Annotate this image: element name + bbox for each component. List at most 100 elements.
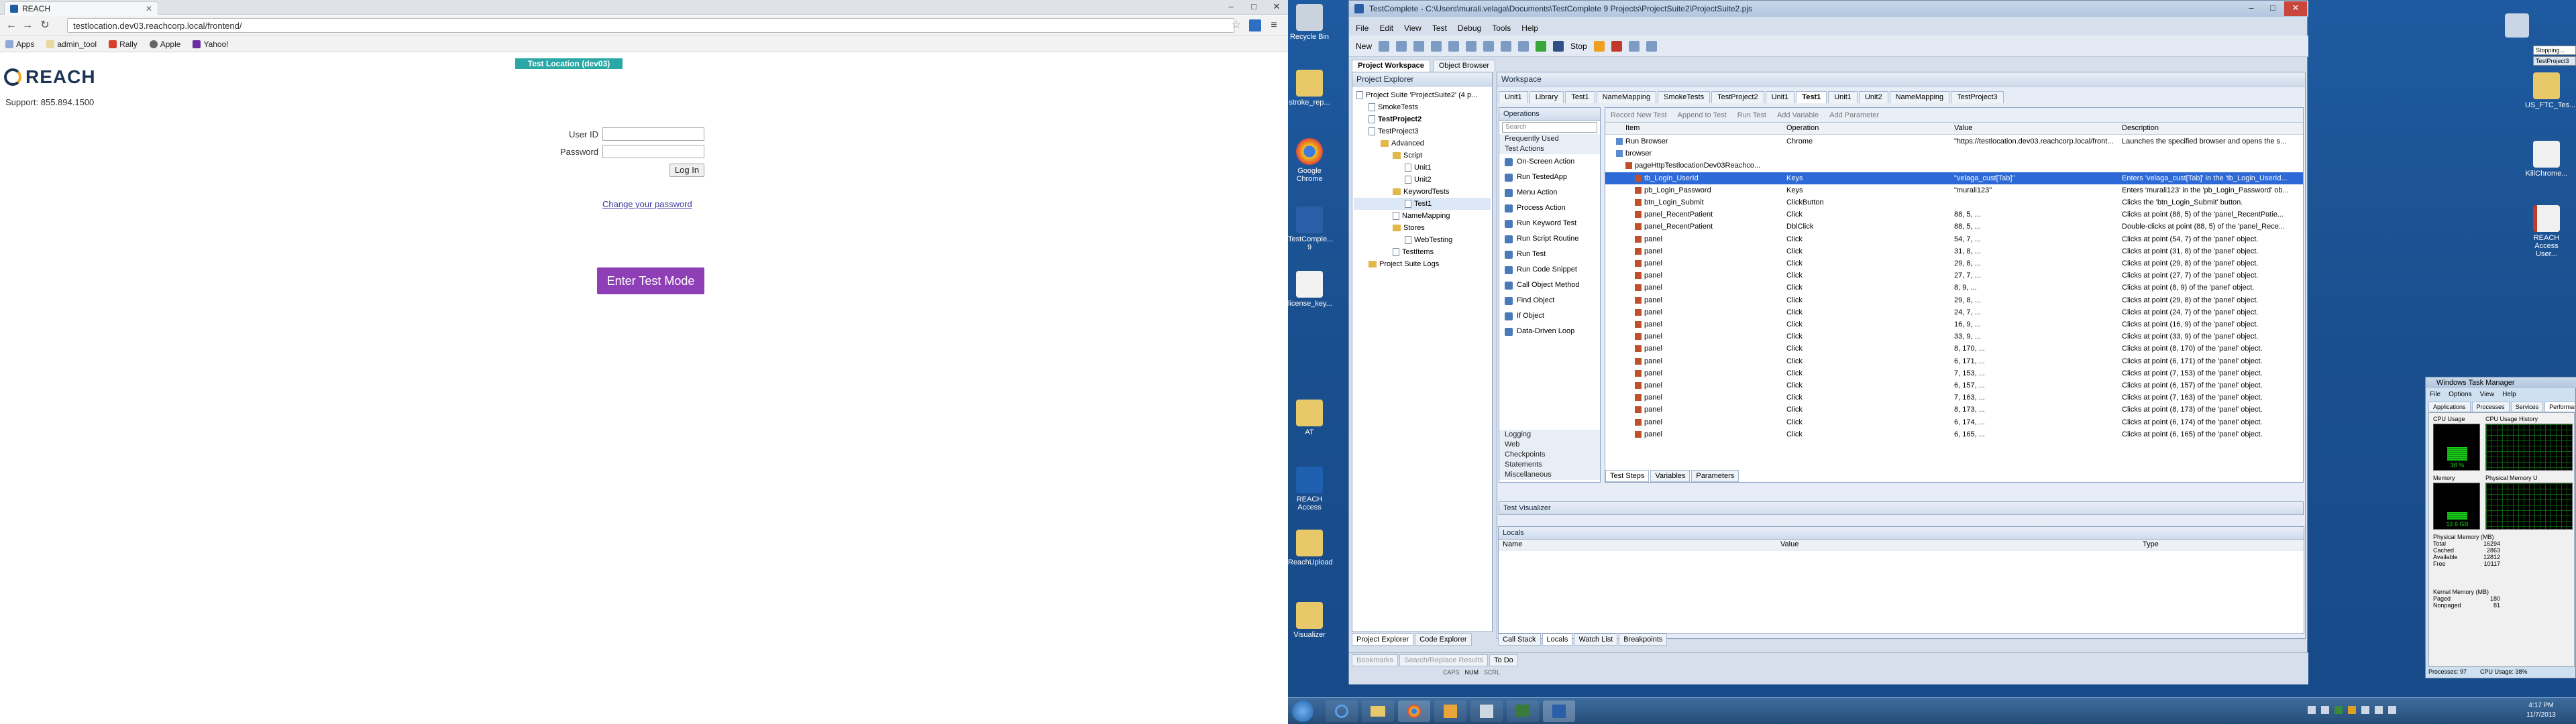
tm-menu-options[interactable]: Options — [2449, 391, 2471, 398]
bookmark-apps[interactable]: Apps — [5, 40, 34, 49]
tree-item[interactable]: KeywordTests — [1354, 186, 1491, 198]
close-window-icon[interactable]: ✕ — [1265, 0, 1288, 15]
table-row[interactable]: panel Click 31, 8, ... Clicks at point (31,… — [1605, 245, 2303, 257]
change-password-link[interactable]: Change your password — [602, 199, 692, 209]
pause-icon[interactable] — [1593, 40, 1605, 52]
redo-icon[interactable] — [1501, 40, 1512, 52]
tray-icon[interactable] — [2348, 706, 2356, 714]
table-row[interactable]: panel Click 8, 9, ... Clicks at point (8, 9… — [1605, 282, 2303, 294]
editor-tab[interactable]: Test1 — [1796, 91, 1827, 103]
operation-category[interactable]: Statements — [1499, 460, 1600, 470]
tree-item[interactable]: Script — [1354, 149, 1491, 162]
table-row[interactable]: panel Click 27, 7, ... Clicks at point (27,… — [1605, 269, 2303, 282]
browser-tab[interactable]: REACH ✕ — [4, 1, 158, 15]
tab-locals[interactable]: Locals — [1542, 634, 1573, 646]
table-row[interactable]: panel_RecentPatient DblClick 88, 5, ... Dou… — [1605, 221, 2303, 233]
network-icon[interactable] — [2375, 706, 2383, 714]
operation-item[interactable]: If Object — [1499, 308, 1600, 324]
editor-tab[interactable]: TestProject3 — [1951, 91, 2004, 103]
back-icon[interactable]: ← — [5, 19, 17, 32]
table-row[interactable]: panel Click 29, 8, ... Clicks at point (29,… — [1605, 257, 2303, 269]
col-item[interactable]: Item — [1625, 124, 1640, 132]
cut-icon[interactable] — [1431, 40, 1442, 52]
tree-item[interactable]: TestProject2 — [1354, 113, 1491, 125]
close-window-icon[interactable]: ✕ — [2284, 1, 2307, 16]
tm-tab-applications[interactable]: Applications — [2428, 402, 2471, 412]
operation-item[interactable]: On-Screen Action — [1499, 154, 1600, 170]
editor-tab[interactable]: NameMapping — [1596, 91, 1657, 103]
tab-code-explorer[interactable]: Code Explorer — [1415, 634, 1472, 646]
keyword-toolbar-button[interactable]: Add Variable — [1777, 111, 1819, 119]
operation-item[interactable]: Call Object Method — [1499, 278, 1600, 293]
desktop-icon-recycle-bin[interactable]: Recycle Bin — [1288, 4, 1331, 41]
desktop-icon-chrome[interactable]: Google Chrome — [1288, 138, 1331, 183]
operation-category[interactable]: Web — [1499, 440, 1600, 450]
table-row[interactable]: panel Click 33, 9, ... Clicks at point (33,… — [1605, 330, 2303, 343]
desktop-icon-reach-access-user[interactable]: REACH Access User... — [2525, 205, 2568, 258]
taskbar-testcomplete[interactable] — [1543, 701, 1575, 722]
taskbar-explorer[interactable] — [1362, 701, 1394, 722]
table-row[interactable]: pageHttpTestlocationDev03Reachco... — [1605, 160, 2303, 172]
table-row[interactable]: panel Click 8, 170, ... Clicks at point (8,… — [1605, 343, 2303, 355]
menu-help[interactable]: Help — [1521, 23, 1538, 33]
table-row[interactable]: btn_Login_Submit ClickButton Clicks the 'b… — [1605, 196, 2303, 208]
table-row[interactable]: panel Click 54, 7, ... Clicks at point (54,… — [1605, 233, 2303, 245]
volume-icon[interactable] — [2388, 706, 2396, 714]
tab-todo[interactable]: To Do — [1489, 654, 1518, 666]
tab-search-replace[interactable]: Search/Replace Results — [1399, 654, 1489, 666]
table-row[interactable]: browser — [1605, 147, 2303, 160]
minimize-icon[interactable]: – — [1220, 0, 1242, 15]
table-row[interactable]: panel Click 6, 165, ... Clicks at point (6,… — [1605, 428, 2303, 440]
close-tab-icon[interactable]: ✕ — [146, 4, 152, 13]
reload-icon[interactable]: ↻ — [39, 19, 51, 32]
tree-item[interactable]: TestProject3 — [1354, 125, 1491, 137]
table-row[interactable]: panel Click 6, 171, ... Clicks at point (6,… — [1605, 355, 2303, 367]
extension-icon[interactable] — [1249, 19, 1261, 32]
bookmark-star-icon[interactable]: ☆ — [1230, 19, 1242, 32]
menu-view[interactable]: View — [1404, 23, 1421, 33]
desktop-icon-reach-access[interactable]: REACH Access — [1288, 467, 1331, 511]
address-bar[interactable]: testlocation.dev03.reachcorp.local/front… — [67, 18, 1234, 33]
bookmark-admin-tool[interactable]: admin_tool — [46, 40, 97, 49]
tab-object-browser[interactable]: Object Browser — [1432, 60, 1496, 72]
desktop-icon-us-ftc[interactable]: US_FTC_Tes... — [2525, 72, 2575, 109]
keyword-toolbar-button[interactable]: Add Parameter — [1829, 111, 1879, 119]
tab-parameters[interactable]: Parameters — [1691, 470, 1739, 482]
new-button[interactable]: New — [1356, 42, 1372, 51]
operation-item[interactable]: Run TestedApp — [1499, 170, 1600, 185]
keyword-toolbar-button[interactable]: Append to Test — [1678, 111, 1727, 119]
taskbar-remote[interactable] — [1507, 701, 1539, 722]
minimize-icon[interactable]: – — [2241, 1, 2261, 16]
tree-item[interactable]: Unit2 — [1354, 174, 1491, 186]
tab-project-explorer[interactable]: Project Explorer — [1352, 634, 1414, 646]
editor-tab[interactable]: Test1 — [1565, 91, 1595, 103]
stop-button[interactable]: Stop — [1570, 42, 1587, 51]
tm-menu-view[interactable]: View — [2480, 391, 2495, 398]
operation-item[interactable]: Run Test — [1499, 247, 1600, 262]
find-icon[interactable] — [1518, 40, 1529, 52]
editor-tab[interactable]: Unit1 — [1499, 91, 1528, 103]
operation-item[interactable]: Run Code Snippet — [1499, 262, 1600, 278]
save-all-icon[interactable] — [1413, 40, 1425, 52]
operation-category[interactable]: Miscellaneous — [1499, 470, 1600, 480]
taskbar-ie[interactable] — [1326, 701, 1358, 722]
editor-tab[interactable]: Library — [1529, 91, 1564, 103]
table-row[interactable]: panel Click 24, 7, ... Clicks at point (24,… — [1605, 306, 2303, 318]
taskbar-chrome[interactable] — [1398, 701, 1430, 722]
table-row[interactable]: pb_Login_Password Keys "murali123" Enters '… — [1605, 184, 2303, 196]
col-operation[interactable]: Operation — [1786, 124, 1819, 132]
bookmark-yahoo[interactable]: Yahoo! — [193, 40, 229, 49]
operation-item[interactable]: Run Script Routine — [1499, 231, 1600, 247]
editor-tab[interactable]: Unit1 — [1765, 91, 1795, 103]
tree-item[interactable]: NameMapping — [1354, 210, 1491, 222]
table-row[interactable]: panel Click 6, 157, ... Clicks at point (6,… — [1605, 379, 2303, 391]
menu-edit[interactable]: Edit — [1379, 23, 1393, 33]
desktop-icon-reachupload[interactable]: ReachUpload — [1288, 530, 1333, 566]
tree-item[interactable]: TestItems — [1354, 246, 1491, 258]
keyword-toolbar-button[interactable]: Run Test — [1737, 111, 1766, 119]
maximize-icon[interactable]: □ — [1242, 0, 1265, 15]
table-row[interactable]: panel Click 6, 174, ... Clicks at point (6,… — [1605, 416, 2303, 428]
operation-category[interactable]: Checkpoints — [1499, 450, 1600, 460]
editor-tab[interactable]: TestProject2 — [1711, 91, 1764, 103]
tree-item[interactable]: SmokeTests — [1354, 101, 1491, 113]
